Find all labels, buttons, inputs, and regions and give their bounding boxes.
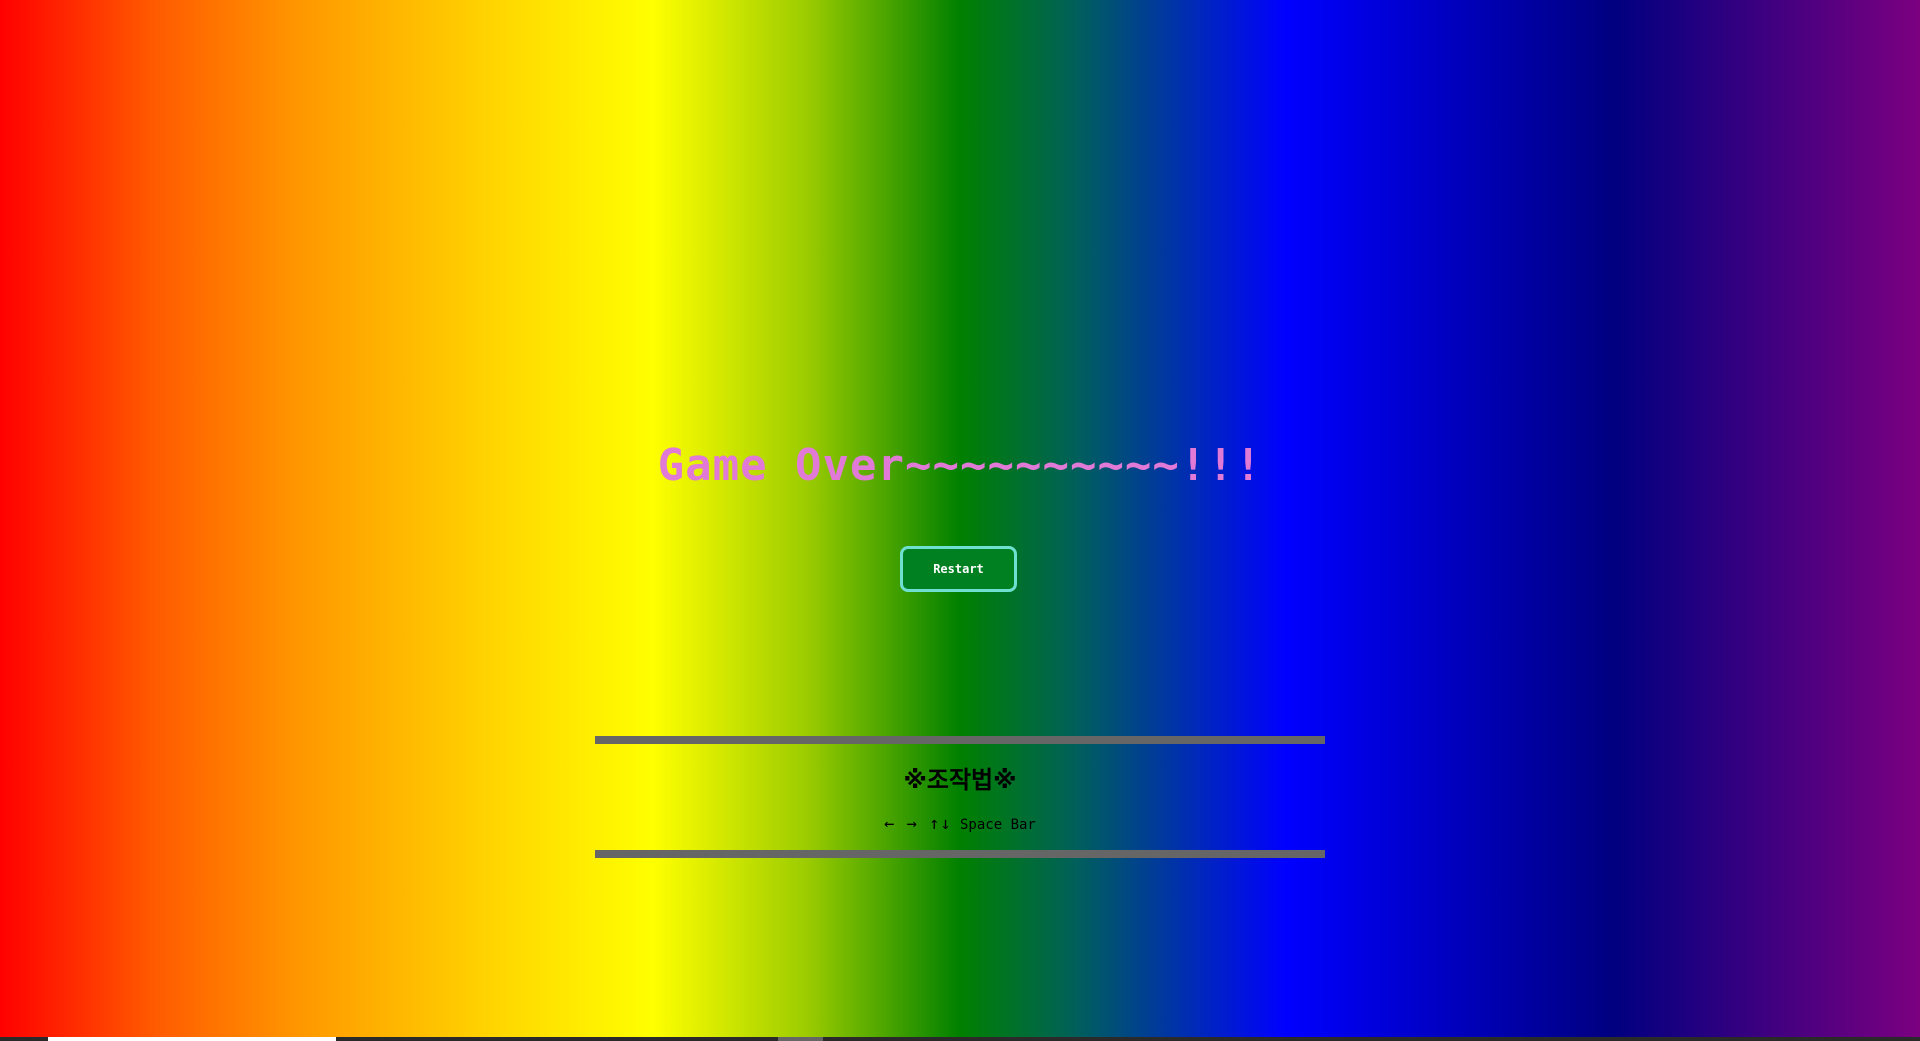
game-over-title: Game Over~~~~~~~~~~!!! xyxy=(657,440,1263,491)
space-bar-label: Space Bar xyxy=(960,817,1036,833)
divider-top xyxy=(595,736,1325,744)
arrow-keys: ← → ↑↓ xyxy=(884,814,952,834)
taskbar-segment xyxy=(778,1037,823,1041)
controls-keys: ← → ↑↓ Space Bar xyxy=(0,814,1920,834)
divider-bottom xyxy=(595,850,1325,858)
restart-button-label: Restart xyxy=(933,562,984,576)
taskbar-segment xyxy=(48,1037,336,1041)
restart-button[interactable]: Restart xyxy=(900,546,1017,592)
controls-heading: ※조작법※ xyxy=(903,766,1017,794)
taskbar-strip xyxy=(0,1037,1920,1041)
